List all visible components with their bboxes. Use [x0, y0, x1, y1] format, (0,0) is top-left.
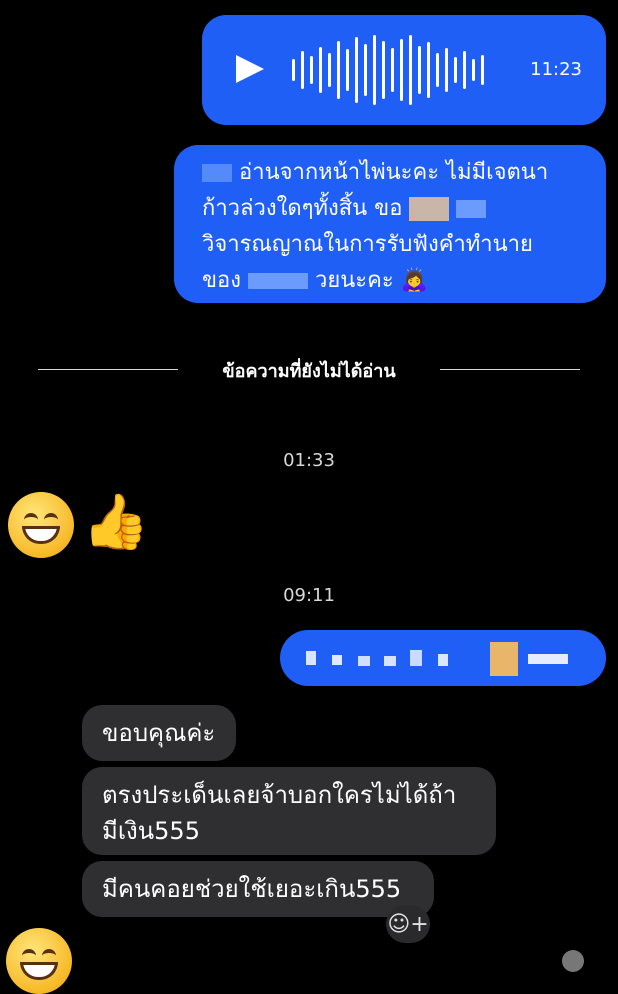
waveform-bar	[481, 55, 484, 85]
timestamp: 01:33	[283, 450, 335, 471]
waveform-bar	[400, 39, 403, 101]
waveform-bar	[301, 51, 304, 89]
voice-message-time: 11:23	[530, 59, 582, 80]
thumbs-up-icon[interactable]: 👍	[82, 492, 149, 552]
outgoing-line-4: ของ วยนะคะ 🙇‍♀️	[202, 268, 429, 293]
incoming-message[interactable]: มีคนคอยช่วยใช้เยอะเกิน555	[82, 861, 434, 917]
waveform-bar	[427, 42, 430, 98]
waveform-bar	[364, 44, 367, 96]
waveform-bar	[373, 35, 376, 105]
outgoing-text-bubble[interactable]: อ่านจากหน้าไพ่นะคะ ไม่มีเจตนา ก้าวล่วงใด…	[174, 145, 606, 303]
grinning-face-emoji	[6, 928, 72, 994]
waveform-bar	[391, 48, 394, 92]
waveform-bar	[337, 41, 340, 99]
waveform-bar	[418, 46, 421, 94]
voice-message-bubble[interactable]: 11:23	[202, 15, 606, 125]
waveform-bar	[436, 53, 439, 87]
waveform-bar	[454, 57, 457, 83]
waveform-bar	[310, 56, 313, 84]
incoming-message[interactable]: ขอบคุณค่ะ	[82, 705, 236, 761]
incoming-message[interactable]: ตรงประเด็นเลยจ้าบอกใครไม่ได้ถ้า มีเงิน55…	[82, 767, 496, 855]
grinning-face-emoji	[8, 492, 74, 558]
divider-line-right	[440, 369, 580, 370]
waveform-bar	[346, 49, 349, 91]
waveform-bar	[355, 37, 358, 103]
timestamp: 09:11	[283, 585, 335, 606]
unread-messages-divider: ข้อความที่ยังไม่ได้อ่าน	[222, 361, 396, 382]
outgoing-line-1: อ่านจากหน้าไพ่นะคะ ไม่มีเจตนา	[202, 155, 588, 191]
outgoing-line-3: วิจารณญาณในการรับฟังคำทำนาย	[202, 232, 533, 257]
avatar	[562, 950, 584, 972]
waveform-bar	[382, 41, 385, 99]
waveform-bar	[463, 51, 466, 89]
play-icon[interactable]	[236, 55, 264, 83]
waveform-bar	[319, 47, 322, 93]
waveform-bar	[292, 59, 295, 81]
masked-outgoing-message[interactable]	[280, 630, 606, 686]
waveform-bar	[409, 35, 412, 105]
waveform-bar	[328, 53, 331, 87]
add-reaction-icon[interactable]: ☺︎+	[386, 905, 430, 943]
waveform-bar	[472, 59, 475, 81]
outgoing-line-2: ก้าวล่วงใดๆทั้งสิ้น ขอ	[202, 191, 588, 227]
waveform-bar	[445, 48, 448, 92]
